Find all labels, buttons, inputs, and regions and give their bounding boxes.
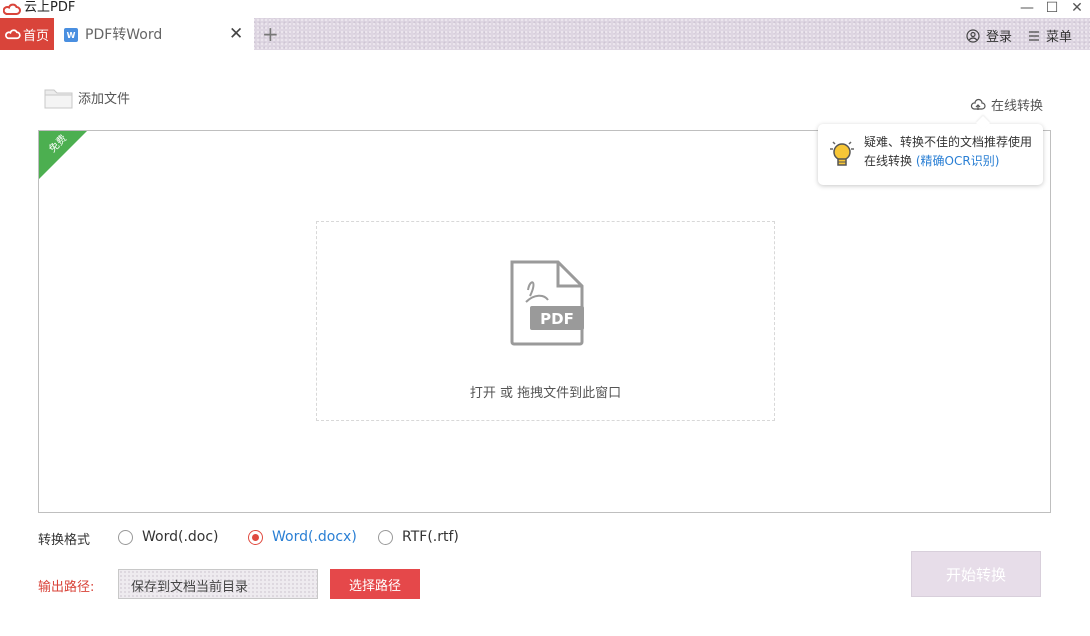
output-path-label: 输出路径: [38, 580, 95, 595]
tab-bar: 首页 W PDF转Word ✕ + 登录 菜单 [0, 18, 1090, 50]
online-convert-button[interactable]: 在线转换 [970, 95, 1043, 114]
radio-circle[interactable] [118, 529, 133, 545]
close-tab-icon[interactable]: ✕ [229, 24, 243, 44]
lightbulb-icon [830, 141, 854, 166]
choose-path-button[interactable]: 选择路径 [330, 569, 420, 599]
minimize-icon[interactable]: — [1015, 0, 1039, 16]
radio-word-doc-label: Word(.doc) [142, 529, 219, 545]
online-convert-label: 在线转换 [991, 99, 1044, 114]
radio-rtf[interactable]: RTF(.rtf) [378, 529, 459, 545]
close-window-icon[interactable]: ✕ [1065, 0, 1089, 16]
folder-icon [44, 89, 73, 109]
login-label: 登录 [986, 30, 1013, 45]
menu-button[interactable]: 菜单 [1028, 26, 1072, 45]
radio-rtf-label: RTF(.rtf) [402, 529, 459, 545]
login-button[interactable]: 登录 [966, 26, 1012, 45]
radio-word-docx-label: Word(.docx) [272, 529, 357, 545]
radio-circle[interactable] [378, 529, 393, 545]
menu-label: 菜单 [1046, 30, 1073, 45]
ocr-link[interactable]: (精确OCR识别) [916, 154, 1000, 168]
tab-pdf-to-word-label: PDF转Word [85, 27, 163, 43]
start-convert-button[interactable]: 开始转换 [911, 551, 1041, 597]
maximize-icon[interactable]: ☐ [1040, 0, 1064, 16]
menu-icon [1029, 30, 1039, 41]
tooltip-text: 疑难、转换不佳的文档推荐使用在线转换 (精确OCR识别) [864, 133, 1042, 171]
radio-word-doc[interactable]: Word(.doc) [118, 529, 219, 545]
title-bar: 云上PDF — ☐ ✕ [0, 0, 1090, 18]
cloud-logo-icon [3, 3, 21, 15]
app-title: 云上PDF [24, 0, 76, 15]
radio-word-docx[interactable]: Word(.docx) [248, 529, 357, 545]
word-doc-icon: W [64, 28, 78, 42]
tab-pdf-to-word[interactable]: W PDF转Word ✕ [54, 18, 254, 50]
plus-icon[interactable]: + [262, 22, 279, 46]
cloud-upload-icon [970, 98, 986, 110]
add-file-button[interactable]: 添加文件 [44, 86, 130, 109]
drop-target[interactable]: PDF 打开 或 拖拽文件到此窗口 [316, 221, 775, 421]
svg-text:PDF: PDF [540, 310, 574, 328]
cloud-home-icon [5, 29, 21, 40]
radio-circle-checked[interactable] [248, 529, 263, 545]
online-convert-tooltip: 疑难、转换不佳的文档推荐使用在线转换 (精确OCR识别) [818, 124, 1043, 185]
add-file-label: 添加文件 [78, 92, 131, 107]
output-path-field[interactable]: 保存到文档当前目录 [118, 569, 318, 599]
drop-hint: 打开 或 拖拽文件到此窗口 [469, 386, 622, 401]
pdf-file-icon: PDF [510, 260, 584, 346]
file-drop-zone[interactable]: 免费 PDF 打开 或 拖拽文件到此窗口 [38, 130, 1051, 513]
tab-home[interactable]: 首页 [0, 18, 54, 50]
free-badge: 免费 [39, 131, 87, 179]
user-icon [966, 28, 980, 43]
tab-home-label: 首页 [22, 28, 49, 44]
format-label: 转换格式 [38, 533, 91, 548]
